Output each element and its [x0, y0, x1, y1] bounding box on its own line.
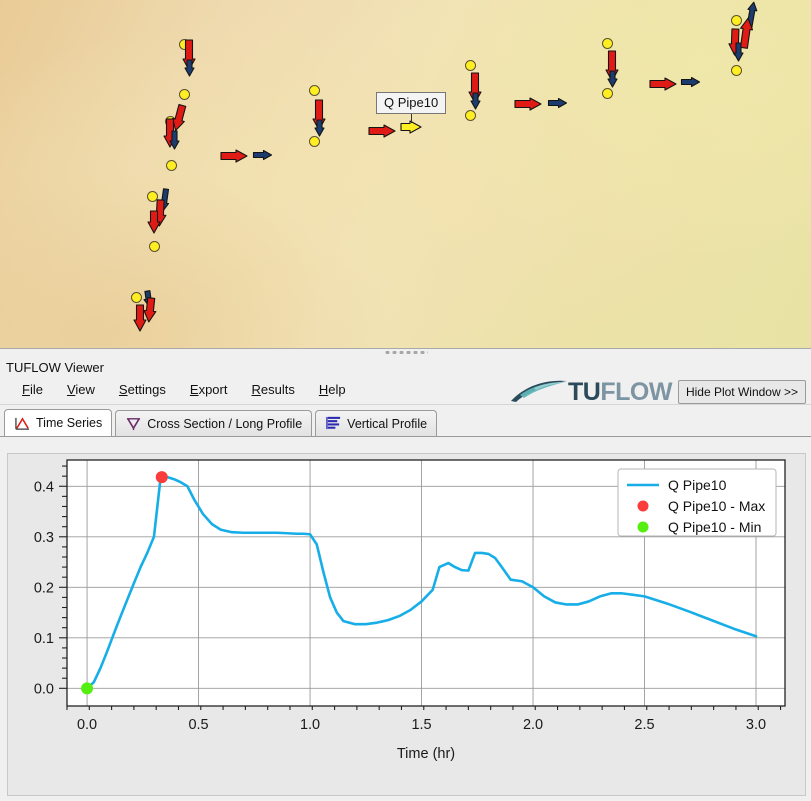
- menu-item-help[interactable]: Help: [307, 379, 358, 400]
- flow-arrow-blue[interactable]: [678, 76, 702, 89]
- flow-arrow-blue[interactable]: [732, 40, 745, 64]
- menu-item-settings[interactable]: Settings: [107, 379, 178, 400]
- x-tick-label: 0.0: [77, 717, 97, 733]
- x-axis-label: Time (hr): [397, 746, 455, 762]
- flow-arrow-red[interactable]: [132, 302, 148, 334]
- y-tick-label: 0.4: [34, 479, 54, 495]
- tuflow-word-dark: TU: [568, 378, 600, 406]
- flow-arrow-blue[interactable]: [606, 68, 619, 90]
- y-tick-label: 0.1: [34, 631, 54, 647]
- tab-label: Time Series: [36, 416, 102, 430]
- map-node[interactable]: [131, 292, 142, 303]
- flow-arrow-blue[interactable]: [545, 97, 569, 110]
- y-tick-label: 0.2: [34, 580, 54, 596]
- flow-arrow-blue[interactable]: [183, 57, 196, 79]
- legend-label: Q Pipe10 - Max: [668, 498, 765, 514]
- tuflow-word-light: FLOW: [600, 378, 672, 406]
- tuflow-wordmark: TUFLOW: [568, 380, 672, 405]
- tuflow-viewer-window: TUFLOW Viewer FileViewSettingsExportResu…: [0, 357, 811, 801]
- x-tick-label: 1.5: [411, 717, 431, 733]
- y-tick-label: 0.0: [34, 681, 54, 697]
- x-tick-label: 2.0: [523, 717, 543, 733]
- tuflow-logo: TUFLOW: [510, 377, 672, 407]
- x-tick-label: 2.5: [634, 717, 654, 733]
- flow-arrow-blue[interactable]: [250, 149, 274, 162]
- menu-bar[interactable]: FileViewSettingsExportResultsHelp: [10, 379, 358, 400]
- y-tick-label: 0.3: [34, 530, 54, 546]
- marker-q-pipe10-max[interactable]: [156, 471, 168, 483]
- flow-arrow-blue[interactable]: [469, 90, 482, 112]
- tab-label: Vertical Profile: [347, 417, 427, 431]
- flow-arrow-red[interactable]: [146, 208, 162, 236]
- legend-swatch-dot: [638, 522, 649, 533]
- flow-arrow-red[interactable]: [366, 123, 398, 139]
- plot-panel[interactable]: 0.0 0.5 1.0 1.5 2.0 2.5 3.0 0.0 0.1 0.2 0.3 0.4 Time…: [7, 453, 806, 796]
- map-node[interactable]: [309, 85, 320, 96]
- x-tick-label: 3.0: [746, 717, 766, 733]
- flow-arrow-red[interactable]: [218, 148, 250, 164]
- tuflow-swoosh-icon: [510, 379, 568, 405]
- flow-arrow-red[interactable]: [512, 96, 544, 112]
- splitter-grip-icon[interactable]: [384, 351, 428, 354]
- tab-vertical-profile[interactable]: Vertical Profile: [315, 410, 437, 436]
- flow-arrow-red[interactable]: [647, 76, 679, 92]
- tab-label: Cross Section / Long Profile: [147, 417, 302, 431]
- marker-q-pipe10-min[interactable]: [81, 682, 93, 694]
- time-series-chart[interactable]: 0.0 0.5 1.0 1.5 2.0 2.5 3.0 0.0 0.1 0.2 0.3 0.4 Time…: [8, 454, 803, 793]
- menu-item-export[interactable]: Export: [178, 379, 240, 400]
- flow-arrow-blue[interactable]: [313, 117, 326, 139]
- map-node[interactable]: [602, 38, 613, 49]
- pipe-label-callout[interactable]: Q Pipe10: [376, 92, 446, 114]
- map-canvas[interactable]: Q Pipe10: [0, 0, 811, 348]
- legend-label: Q Pipe10: [668, 477, 727, 493]
- menu-item-view[interactable]: View: [55, 379, 107, 400]
- map-node[interactable]: [465, 60, 476, 71]
- menu-row: FileViewSettingsExportResultsHelp TUFLOW…: [0, 379, 811, 405]
- x-tick-label: 1.0: [300, 717, 320, 733]
- legend-swatch-dot: [638, 501, 649, 512]
- flow-arrow-blue[interactable]: [168, 128, 181, 152]
- tab-strip: Time Series Cross Section / Long Profile V…: [0, 409, 811, 437]
- map-node[interactable]: [731, 65, 742, 76]
- map-node[interactable]: [149, 241, 160, 252]
- cross-section-icon: [125, 416, 142, 431]
- tab-time-series[interactable]: Time Series: [4, 409, 112, 436]
- legend-label: Q Pipe10 - Min: [668, 519, 761, 535]
- map-node[interactable]: [179, 89, 190, 100]
- window-title: TUFLOW Viewer: [0, 357, 811, 379]
- chart-legend[interactable]: Q Pipe10 Q Pipe10 - Max Q Pipe10 - Min: [618, 469, 776, 536]
- menu-item-results[interactable]: Results: [239, 379, 306, 400]
- hide-plot-window-button[interactable]: Hide Plot Window >>: [678, 380, 806, 404]
- vertical-profile-icon: [325, 416, 342, 431]
- map-node[interactable]: [166, 160, 177, 171]
- menu-item-file[interactable]: File: [10, 379, 55, 400]
- tab-cross-section-long-profile[interactable]: Cross Section / Long Profile: [115, 410, 312, 436]
- x-tick-label: 0.5: [188, 717, 208, 733]
- brand-bar: TUFLOW Hide Plot Window >>: [510, 377, 806, 407]
- time-series-icon: [14, 416, 31, 431]
